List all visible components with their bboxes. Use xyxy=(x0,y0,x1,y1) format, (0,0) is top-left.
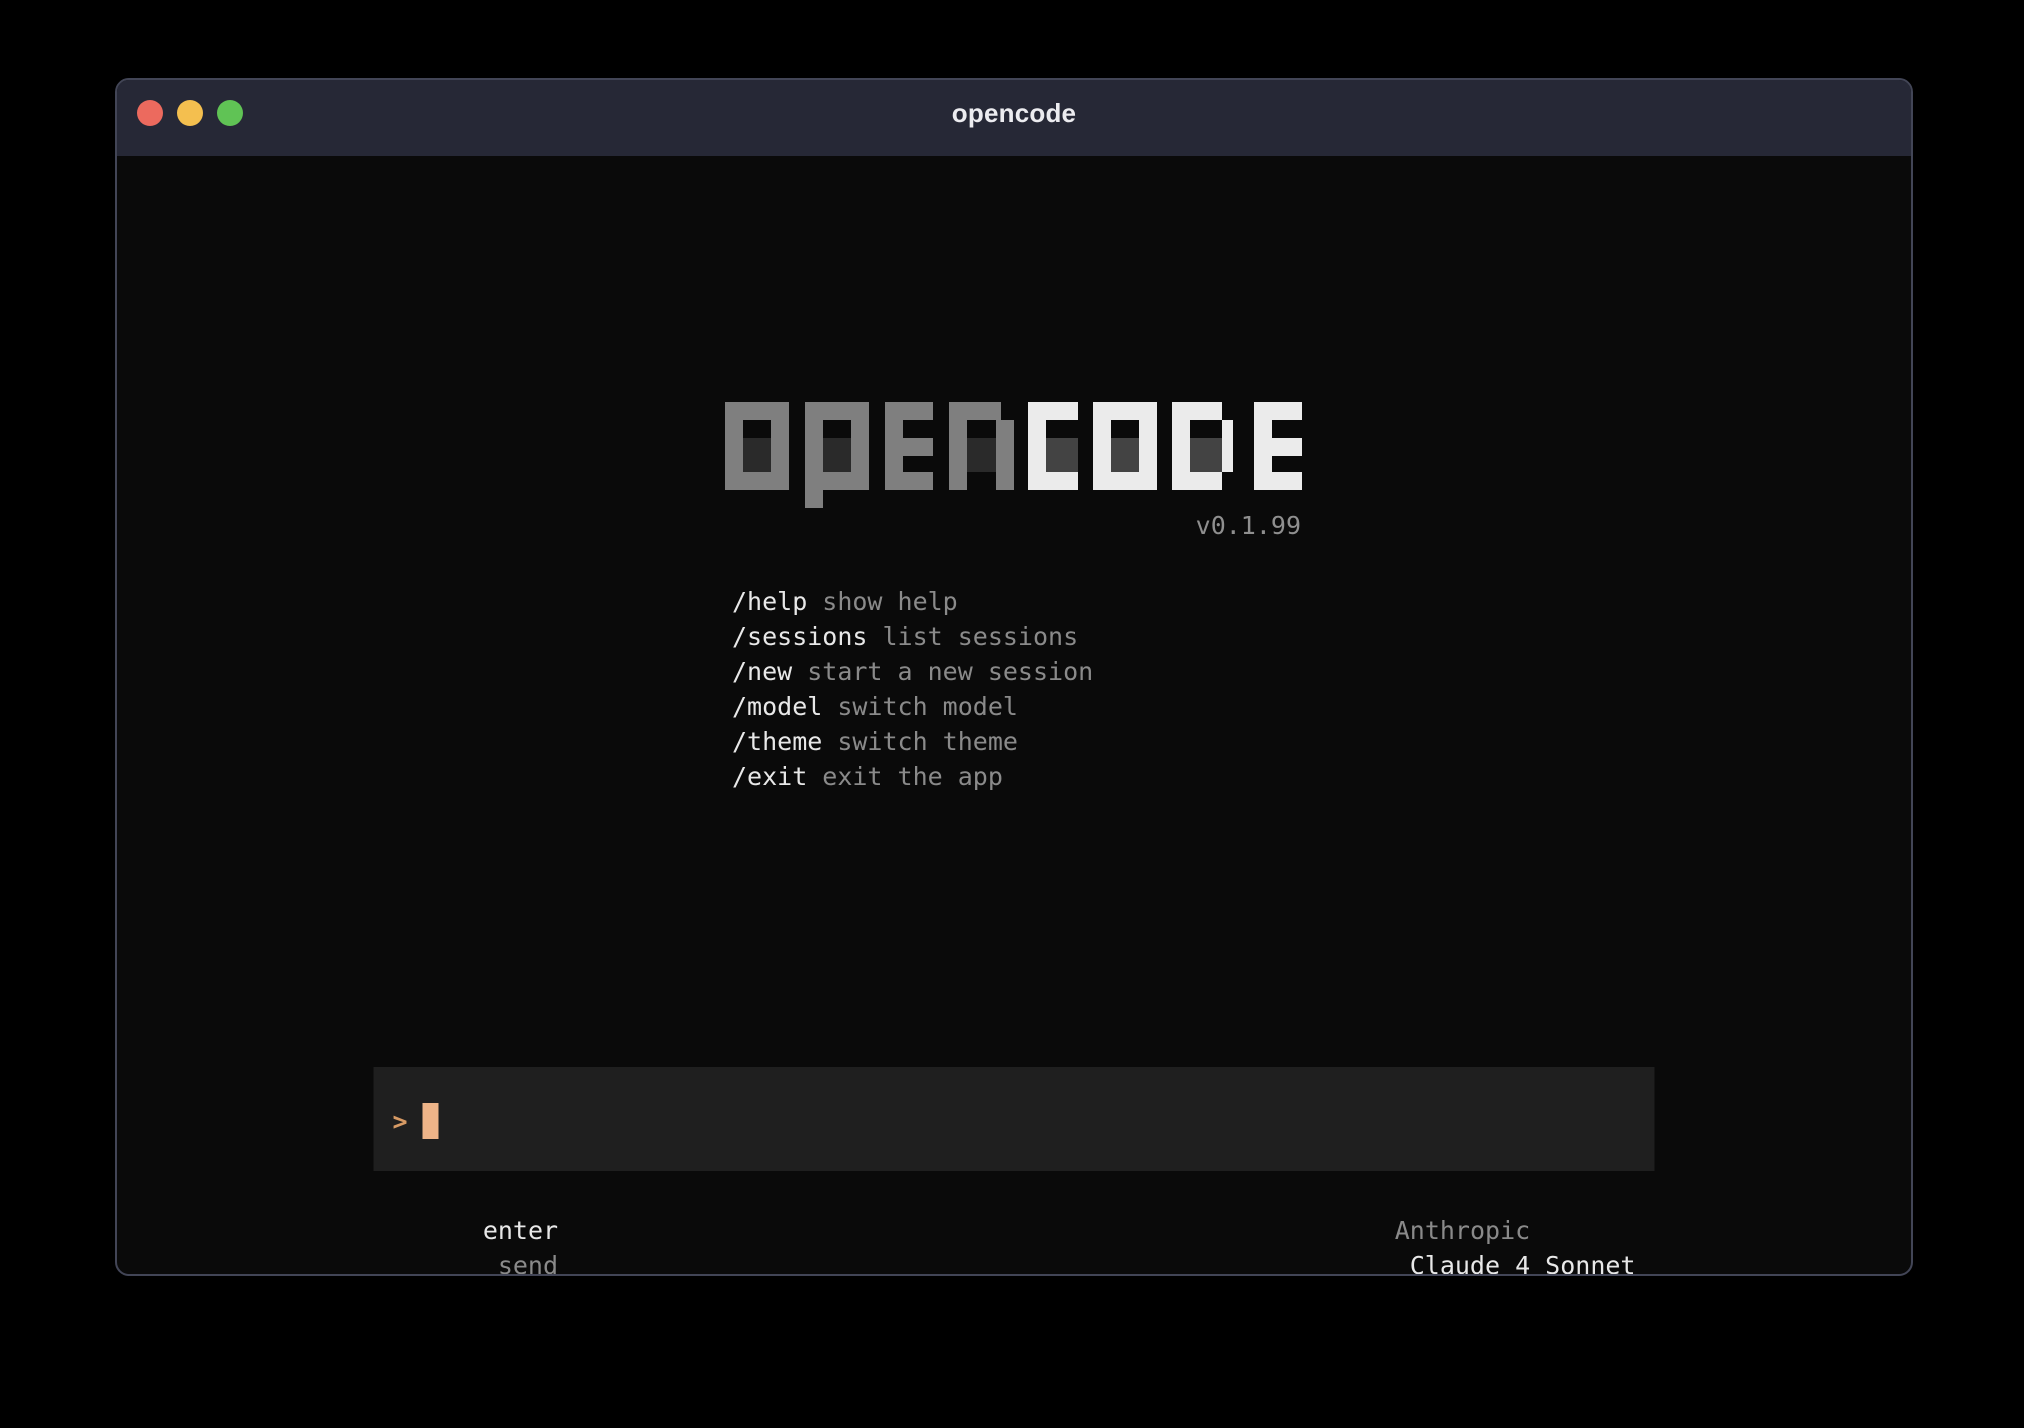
maximize-button[interactable] xyxy=(217,100,243,126)
command-item: /model switch model xyxy=(732,689,1093,724)
prompt-input[interactable]: > xyxy=(374,1067,1655,1171)
prompt-symbol: > xyxy=(393,1107,408,1136)
command-description: start a new session xyxy=(807,657,1093,686)
version-label: v0.1.99 xyxy=(725,508,1303,543)
command-name: /exit xyxy=(732,762,807,791)
keybind-action: send xyxy=(498,1251,558,1276)
opencode-window: opencode xyxy=(115,78,1913,1276)
command-description: switch model xyxy=(837,692,1018,721)
keybind-hint: enter send xyxy=(393,1178,559,1276)
command-name: /theme xyxy=(732,727,822,756)
keybind-key: enter xyxy=(483,1216,558,1245)
command-item: /exit exit the app xyxy=(732,759,1093,794)
command-name: /help xyxy=(732,587,807,616)
traffic-lights xyxy=(137,100,243,126)
command-list: /help show help/sessions list sessions/new… xyxy=(732,584,1093,794)
command-description: list sessions xyxy=(882,622,1078,651)
prompt-line: > xyxy=(393,1103,439,1139)
window-title: opencode xyxy=(952,98,1076,129)
command-item: /help show help xyxy=(732,584,1093,619)
command-description: show help xyxy=(822,587,957,616)
model-indicator[interactable]: Anthropic Claude 4 Sonnet xyxy=(1304,1178,1635,1276)
command-name: /model xyxy=(732,692,822,721)
command-item: /sessions list sessions xyxy=(732,619,1093,654)
command-name: /new xyxy=(732,657,792,686)
close-button[interactable] xyxy=(137,100,163,126)
text-cursor xyxy=(423,1103,439,1139)
command-name: /sessions xyxy=(732,622,867,651)
status-bar: enter send Anthropic Claude 4 Sonnet xyxy=(374,1178,1655,1276)
command-description: exit the app xyxy=(822,762,1003,791)
opencode-logo: v0.1.99 xyxy=(725,402,1303,543)
opencode-logo-pixelart xyxy=(725,402,1303,508)
command-item: /theme switch theme xyxy=(732,724,1093,759)
command-item: /new start a new session xyxy=(732,654,1093,689)
window-titlebar[interactable]: opencode xyxy=(117,80,1911,156)
model-provider: Anthropic xyxy=(1395,1216,1530,1245)
command-description: switch theme xyxy=(837,727,1018,756)
model-name: Claude 4 Sonnet xyxy=(1410,1251,1636,1276)
minimize-button[interactable] xyxy=(177,100,203,126)
